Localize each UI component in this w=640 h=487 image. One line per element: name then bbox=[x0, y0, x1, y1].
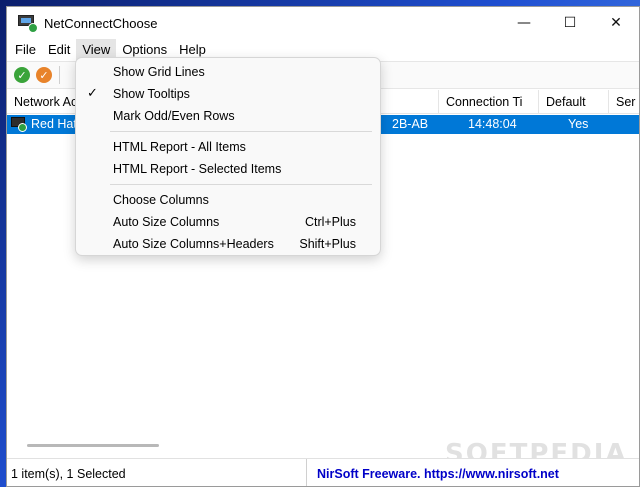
menu-file[interactable]: File bbox=[9, 39, 42, 61]
toolbar-separator bbox=[59, 66, 60, 84]
column-connection-time[interactable]: Connection Ti bbox=[439, 90, 539, 114]
menu-separator bbox=[110, 131, 372, 132]
horizontal-scrollbar[interactable] bbox=[27, 444, 159, 447]
menu-show-tooltips[interactable]: ✓ Show Tooltips bbox=[76, 83, 380, 105]
column-ser[interactable]: Ser bbox=[609, 90, 639, 114]
close-button[interactable]: ✕ bbox=[593, 7, 639, 39]
status-count: 1 item(s), 1 Selected bbox=[7, 459, 307, 486]
column-default[interactable]: Default bbox=[539, 90, 609, 114]
network-adapter-icon bbox=[11, 117, 27, 132]
menu-auto-size-columns-headers[interactable]: Auto Size Columns+Headers Shift+Plus bbox=[76, 233, 380, 255]
cell-connection-time: 14:48:04 bbox=[468, 117, 517, 131]
check-green-icon: ✓ bbox=[14, 67, 30, 83]
menu-edit[interactable]: Edit bbox=[42, 39, 76, 61]
menu-show-grid-lines[interactable]: Show Grid Lines bbox=[76, 61, 380, 83]
toolbar-button-2[interactable]: ✓ bbox=[33, 64, 55, 86]
menu-separator bbox=[110, 184, 372, 185]
menu-auto-size-columns[interactable]: Auto Size Columns Ctrl+Plus bbox=[76, 211, 380, 233]
cell-default: Yes bbox=[568, 117, 589, 131]
shortcut-label: Shift+Plus bbox=[299, 237, 356, 251]
shortcut-label: Ctrl+Plus bbox=[304, 215, 356, 229]
menu-html-report-all[interactable]: HTML Report - All Items bbox=[76, 136, 380, 158]
title-bar: NetConnectChoose — ☐ ✕ bbox=[7, 7, 639, 39]
maximize-button[interactable]: ☐ bbox=[547, 7, 593, 39]
window-title: NetConnectChoose bbox=[44, 15, 158, 31]
minimize-button[interactable]: — bbox=[501, 7, 547, 39]
check-orange-icon: ✓ bbox=[36, 67, 52, 83]
checkmark-icon: ✓ bbox=[87, 85, 98, 100]
app-icon bbox=[18, 15, 38, 33]
nirsoft-link[interactable]: NirSoft Freeware. https://www.nirsoft.ne… bbox=[307, 459, 559, 486]
menu-html-report-selected[interactable]: HTML Report - Selected Items bbox=[76, 158, 380, 180]
menu-mark-odd-even-rows[interactable]: Mark Odd/Even Rows bbox=[76, 105, 380, 127]
menu-choose-columns[interactable]: Choose Columns bbox=[76, 189, 380, 211]
view-menu-dropdown: Show Grid Lines ✓ Show Tooltips Mark Odd… bbox=[75, 57, 381, 256]
toolbar-button-1[interactable]: ✓ bbox=[11, 64, 33, 86]
status-bar: 1 item(s), 1 Selected NirSoft Freeware. … bbox=[7, 458, 639, 486]
